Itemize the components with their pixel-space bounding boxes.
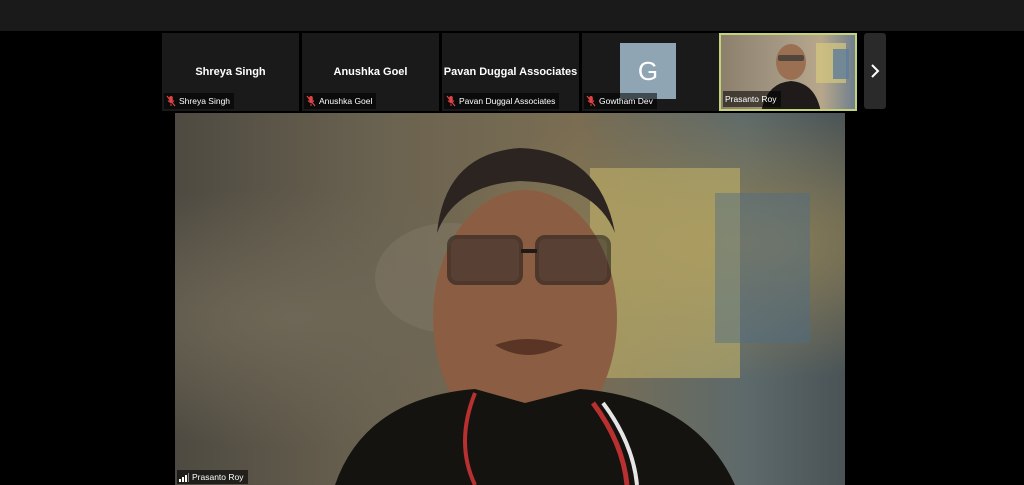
participant-tile-shreya[interactable]: Shreya Singh Shreya Singh [162,33,299,111]
participant-name-chip: Gowtham Dev [584,93,657,109]
participant-tile-gowtham[interactable]: G Gowtham Dev [582,33,719,111]
avatar-letter: G [637,55,659,86]
participant-chip-label: Prasanto Roy [725,94,777,104]
chevron-right-icon [871,64,880,78]
participant-display-name: Shreya Singh [195,66,266,78]
main-speaker-video[interactable]: Prasanto Roy [175,113,845,485]
window-top-bar [0,0,1024,31]
participant-chip-label: Pavan Duggal Associates [459,96,556,106]
participant-chip-label: Anushka Goel [319,96,373,106]
participant-chip-label: Shreya Singh [179,96,231,106]
participant-name-chip: Shreya Singh [164,93,235,109]
participant-name-chip: Anushka Goel [304,93,377,109]
mic-muted-icon [306,95,316,107]
participant-chip-label: Gowtham Dev [599,96,653,106]
next-page-button[interactable] [864,33,886,109]
mic-muted-icon [166,95,176,107]
mic-muted-icon [586,95,596,107]
participant-tile-prasanto-video[interactable]: Prasanto Roy [719,33,857,111]
avatar: G [620,43,676,99]
signal-strength-icon [179,472,189,482]
participant-display-name: Anushka Goel [333,66,408,78]
participant-display-name: Pavan Duggal Associates [443,66,578,78]
participant-name-chip: Pavan Duggal Associates [444,93,560,109]
mic-muted-icon [446,95,456,107]
main-speaker-name: Prasanto Roy [192,472,244,482]
participant-name-chip: Prasanto Roy [723,91,781,107]
speaker-video-frame [335,148,810,485]
main-speaker-name-chip: Prasanto Roy [177,470,248,484]
participant-tile-pavan[interactable]: Pavan Duggal Associates Pavan Duggal Ass… [442,33,579,111]
participant-tile-anushka[interactable]: Anushka Goel Anushka Goel [302,33,439,111]
